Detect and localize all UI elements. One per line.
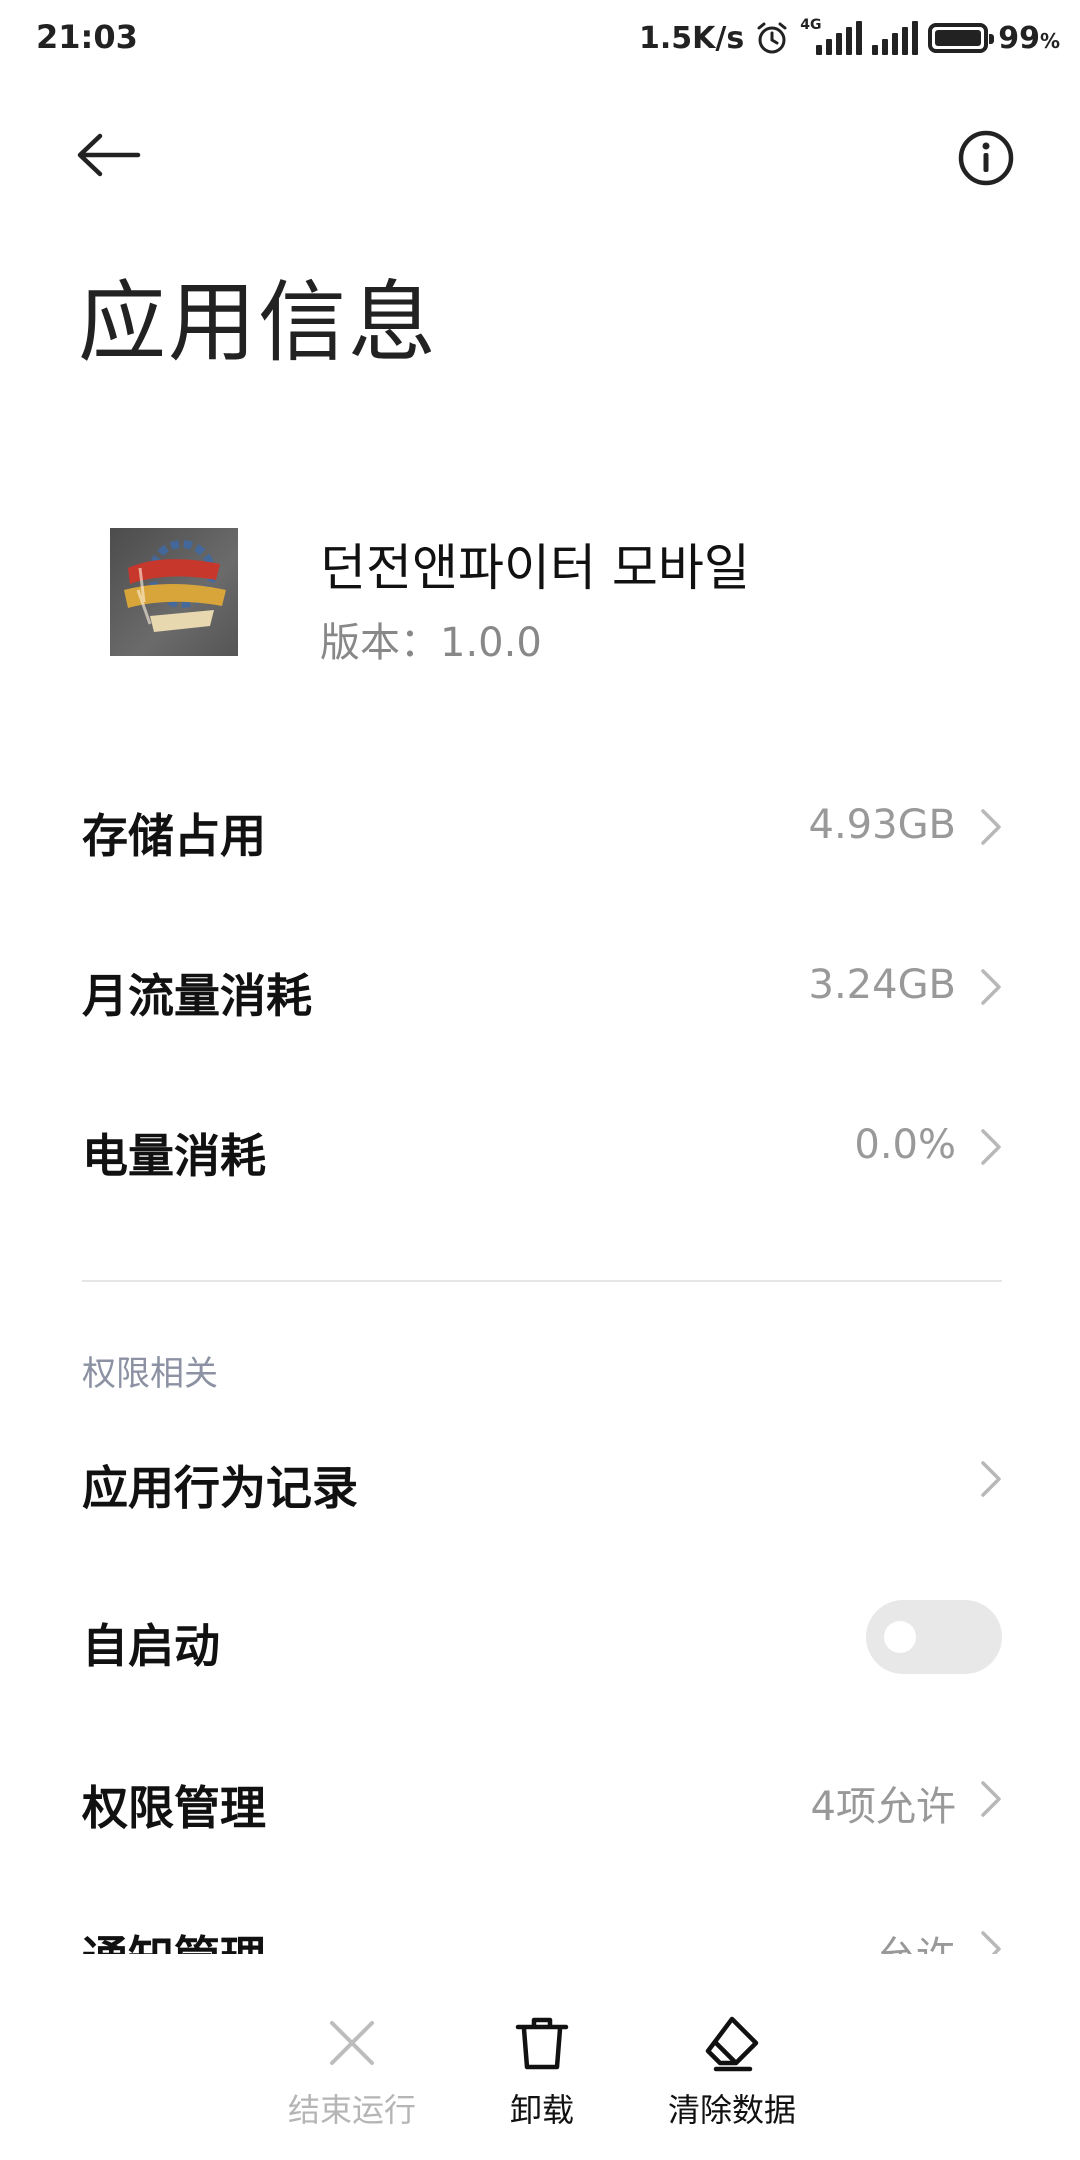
status-bar: 21:03 1.5K/s 4G 99% <box>0 0 1080 76</box>
trash-icon <box>515 2017 569 2070</box>
uninstall-label: 卸载 <box>509 2091 574 2129</box>
page-title: 应用信息 <box>78 271 439 374</box>
alarm-icon <box>757 22 787 54</box>
close-icon <box>330 2021 374 2065</box>
permission-management-label: 权限管理 <box>82 1781 266 1835</box>
app-logo-icon <box>124 540 226 632</box>
battery-icon <box>928 23 995 53</box>
signal-icon <box>872 21 919 55</box>
network-speed: 1.5K/s <box>638 20 745 56</box>
status-time: 21:03 <box>36 18 138 56</box>
force-stop-label: 结束运行 <box>287 2091 416 2129</box>
autostart-toggle[interactable] <box>866 1600 1002 1674</box>
battery-usage-label: 电量消耗 <box>82 1129 266 1183</box>
storage-value: 4.93GB <box>808 802 957 848</box>
eraser-icon <box>705 2016 759 2072</box>
autostart-row: 自启动 <box>82 1596 1002 1676</box>
chevron-right-icon <box>981 1931 1001 1954</box>
notification-management-label: 通知管理 <box>82 1922 266 1954</box>
data-usage-row[interactable]: 月流量消耗 3.24GB <box>82 946 1002 1026</box>
battery-usage-row[interactable]: 电量消耗 0.0% <box>82 1106 1002 1186</box>
app-version: 版本：1.0.0 <box>320 620 542 666</box>
app-icon <box>110 528 238 656</box>
chevron-right-icon <box>981 1781 1001 1817</box>
permission-management-value: 4项允许 <box>810 1784 956 1830</box>
status-indicators: 1.5K/s 4G 99% <box>639 14 1060 62</box>
chevron-right-icon <box>981 1461 1001 1497</box>
toggle-knob <box>884 1621 916 1653</box>
back-arrow-icon[interactable] <box>74 130 144 180</box>
behavior-log-label: 应用行为记录 <box>82 1461 358 1515</box>
app-header: 던전앤파이터 모바일 版本：1.0.0 <box>110 528 970 666</box>
behavior-log-row[interactable]: 应用行为记录 <box>82 1438 1002 1518</box>
signal-4g-icon: 4G <box>800 17 863 55</box>
network-type-label: 4G <box>800 17 822 33</box>
data-usage-label: 月流量消耗 <box>82 969 312 1023</box>
chevron-right-icon <box>981 1129 1001 1165</box>
notification-management-row[interactable]: 通知管理 允许 <box>82 1908 1002 1954</box>
permissions-section-header: 权限相关 <box>82 1354 218 1394</box>
chevron-right-icon <box>981 969 1001 1005</box>
permission-management-row[interactable]: 权限管理 4项允许 <box>82 1758 1002 1838</box>
clear-data-button[interactable]: 清除数据 <box>642 2013 822 2131</box>
bottom-action-bar: 结束运行 卸载 清除数据 <box>0 1955 1080 2160</box>
section-divider <box>82 1280 1002 1282</box>
clear-data-label: 清除数据 <box>667 2091 796 2129</box>
app-name: 던전앤파이터 모바일 <box>320 539 750 597</box>
storage-label: 存储占用 <box>82 809 266 863</box>
battery-percent: 99% <box>998 20 1060 56</box>
data-usage-value: 3.24GB <box>808 962 957 1008</box>
force-stop-button[interactable]: 结束运行 <box>262 2013 442 2131</box>
info-circle-icon[interactable] <box>956 128 1016 188</box>
uninstall-button[interactable]: 卸载 <box>452 2013 632 2131</box>
autostart-label: 自启动 <box>82 1619 220 1673</box>
notification-management-value: 允许 <box>876 1924 956 1954</box>
storage-row[interactable]: 存储占用 4.93GB <box>82 786 1002 866</box>
chevron-right-icon <box>981 809 1001 845</box>
battery-fill <box>935 30 981 46</box>
notification-row-clip: 通知管理 允许 <box>0 1908 1080 1954</box>
battery-usage-value: 0.0% <box>854 1122 956 1168</box>
